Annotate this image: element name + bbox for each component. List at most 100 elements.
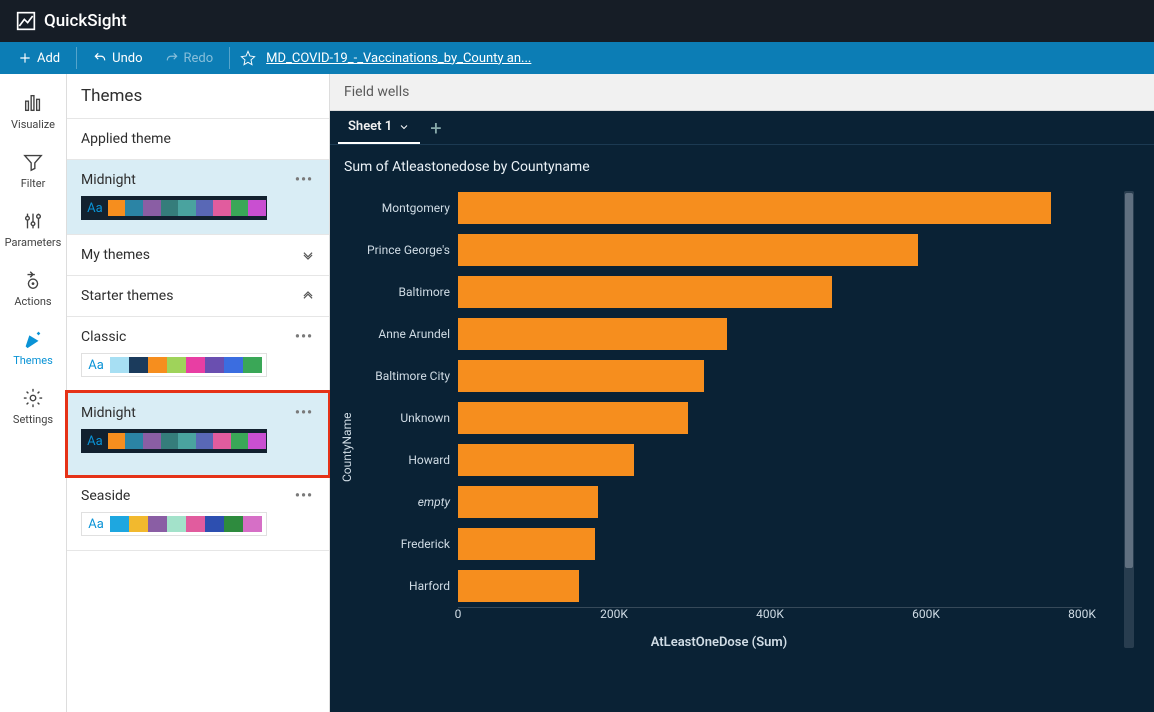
rail-item-actions[interactable]: Actions [0, 261, 66, 320]
starter-themes-list: Classic•••AaMidnight•••AaSeaside•••Aa [67, 317, 329, 551]
swatch [148, 516, 167, 532]
rail-item-filter[interactable]: Filter [0, 143, 66, 202]
bar-row: Anne Arundel [356, 313, 1082, 355]
bar-row: Frederick [356, 523, 1082, 565]
more-icon[interactable]: ••• [293, 329, 315, 345]
bar-fill[interactable] [458, 402, 688, 434]
rail-item-settings[interactable]: Settings [0, 379, 66, 438]
redo-button[interactable]: Redo [159, 47, 220, 70]
swatch [248, 433, 266, 449]
scrollbar[interactable] [1124, 191, 1134, 648]
bar-fill[interactable] [458, 360, 704, 392]
category-label: Unknown [356, 411, 458, 425]
bar-track [458, 271, 1082, 313]
tick-label: 600K [912, 607, 940, 621]
category-label: Howard [356, 453, 458, 467]
add-button[interactable]: Add [12, 47, 66, 70]
swatch [125, 433, 143, 449]
swatch-bar: Aa [81, 353, 267, 377]
more-icon[interactable]: ••• [293, 405, 315, 421]
aa-icon: Aa [82, 201, 108, 216]
add-sheet-button[interactable]: + [420, 116, 451, 140]
rail-item-parameters[interactable]: Parameters [0, 202, 66, 261]
tick-label: 200K [600, 607, 628, 621]
y-axis-label: CountyName [338, 187, 356, 708]
bar-row: Baltimore City [356, 355, 1082, 397]
sidebar-title: Themes [67, 74, 329, 119]
add-label: Add [37, 51, 60, 66]
chart: CountyName MontgomeryPrince George'sBalt… [330, 183, 1154, 712]
bar-fill[interactable] [458, 234, 918, 266]
swatch [143, 200, 161, 216]
more-icon[interactable]: ••• [293, 488, 315, 504]
bar-fill[interactable] [458, 276, 832, 308]
redo-icon [165, 51, 179, 65]
swatch [213, 433, 231, 449]
swatch [178, 200, 196, 216]
more-icon[interactable]: ••• [293, 172, 315, 188]
undo-button[interactable]: Undo [87, 47, 148, 70]
chart-title: Sum of Atleastonedose by Countyname [330, 145, 1154, 183]
bar-row: Harford [356, 565, 1082, 607]
theme-card-seaside[interactable]: Seaside•••Aa [67, 476, 329, 551]
app-header: QuickSight [0, 0, 1154, 42]
bar-row: Unknown [356, 397, 1082, 439]
bar-fill[interactable] [458, 318, 727, 350]
x-axis-label: AtLeastOneDose (Sum) [356, 629, 1082, 664]
sheet-tab[interactable]: Sheet 1 [338, 111, 420, 144]
aa-icon: Aa [82, 517, 110, 532]
theme-card-midnight[interactable]: Midnight•••Aa [65, 390, 331, 478]
bar-fill[interactable] [458, 192, 1051, 224]
swatch [178, 433, 196, 449]
scrollbar-thumb[interactable] [1125, 193, 1133, 568]
bar-fill[interactable] [458, 528, 595, 560]
rail-item-visualize[interactable]: Visualize [0, 84, 66, 143]
field-wells-bar[interactable]: Field wells [330, 74, 1154, 111]
app-logo: QuickSight [16, 11, 127, 31]
star-icon[interactable] [240, 50, 256, 66]
bar-row: Montgomery [356, 187, 1082, 229]
rail-item-themes[interactable]: Themes [0, 320, 66, 379]
main-area: VisualizeFilterParametersActionsThemesSe… [0, 74, 1154, 712]
app-name: QuickSight [44, 11, 127, 31]
swatch [129, 516, 148, 532]
category-label: Frederick [356, 537, 458, 551]
swatch [167, 516, 186, 532]
bar-fill[interactable] [458, 570, 579, 602]
swatch [108, 200, 126, 216]
chart-right-pad [1082, 187, 1140, 708]
bar-row: Howard [356, 439, 1082, 481]
bars-column: MontgomeryPrince George'sBaltimoreAnne A… [356, 187, 1082, 708]
undo-label: Undo [112, 51, 142, 66]
bar-track [458, 187, 1082, 229]
bar-track [458, 439, 1082, 481]
swatch [110, 357, 129, 373]
bar-fill[interactable] [458, 486, 598, 518]
swatch [231, 433, 249, 449]
swatch [161, 200, 179, 216]
aa-icon: Aa [82, 434, 108, 449]
undo-icon [93, 51, 107, 65]
aa-icon: Aa [82, 358, 110, 373]
starter-themes-label: Starter themes [81, 288, 173, 304]
bar-track [458, 523, 1082, 565]
rail-label: Visualize [11, 118, 55, 131]
swatch [161, 433, 179, 449]
bar-row: Baltimore [356, 271, 1082, 313]
my-themes-header[interactable]: My themes [67, 235, 329, 276]
rail-label: Parameters [5, 236, 62, 249]
swatch-bar: Aa [81, 429, 267, 453]
bar-fill[interactable] [458, 444, 634, 476]
document-title[interactable]: MD_COVID-19_-_Vaccinations_by_County an.… [266, 51, 531, 66]
applied-theme-card[interactable]: Midnight ••• Aa [67, 160, 329, 235]
bar-track [458, 229, 1082, 271]
theme-card-classic[interactable]: Classic•••Aa [67, 317, 329, 392]
starter-themes-header[interactable]: Starter themes [67, 276, 329, 317]
swatch [108, 433, 126, 449]
swatch [205, 357, 224, 373]
rail-label: Filter [21, 177, 46, 190]
rail-label: Settings [13, 413, 53, 426]
swatch [205, 516, 224, 532]
swatch [129, 357, 148, 373]
bar-track [458, 355, 1082, 397]
